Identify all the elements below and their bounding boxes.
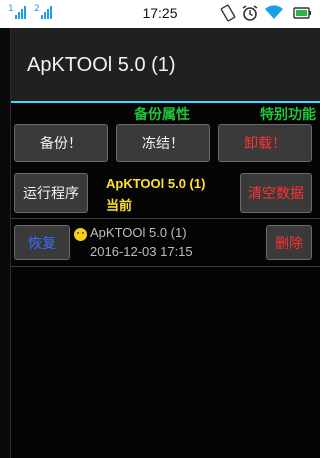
- background-activity-edge: [0, 28, 10, 458]
- delete-button[interactable]: 删除: [266, 225, 312, 260]
- alarm-icon: [242, 5, 258, 21]
- tab-special-functions[interactable]: 特别功能: [260, 104, 316, 124]
- current-app-name: ApKTOOl 5.0 (1): [106, 176, 206, 191]
- run-app-button[interactable]: 运行程序: [14, 173, 88, 213]
- screen-rotate-icon: [220, 4, 236, 22]
- backup-button[interactable]: 备份！: [14, 124, 108, 162]
- title-divider: [11, 101, 320, 103]
- backup-entry-name: ApKTOOl 5.0 (1): [90, 225, 187, 240]
- restore-button[interactable]: 恢复: [14, 225, 70, 260]
- uninstall-button[interactable]: 卸载！: [218, 124, 312, 162]
- dialog-title: ApKTOOl 5.0 (1): [27, 54, 176, 76]
- app-dialog: ApKTOOl 5.0 (1) 备份属性 特别功能 备份！ 冻结！ 卸载！ 运行…: [10, 28, 320, 458]
- smiley-icon: [74, 228, 87, 241]
- current-app-status: 当前: [106, 199, 133, 214]
- list-divider: [11, 266, 320, 267]
- status-bar: 1 2 17:25: [0, 0, 320, 28]
- backup-entry-date: 2016-12-03 17:15: [90, 244, 193, 259]
- wifi-icon: [265, 5, 283, 19]
- section-divider: [11, 218, 320, 219]
- dialog-titlebar: ApKTOOl 5.0 (1): [11, 28, 320, 101]
- battery-icon: [293, 7, 311, 19]
- freeze-button[interactable]: 冻结！: [116, 124, 210, 162]
- clear-data-button[interactable]: 清空数据: [240, 173, 312, 213]
- tab-backup-properties[interactable]: 备份属性: [134, 104, 190, 124]
